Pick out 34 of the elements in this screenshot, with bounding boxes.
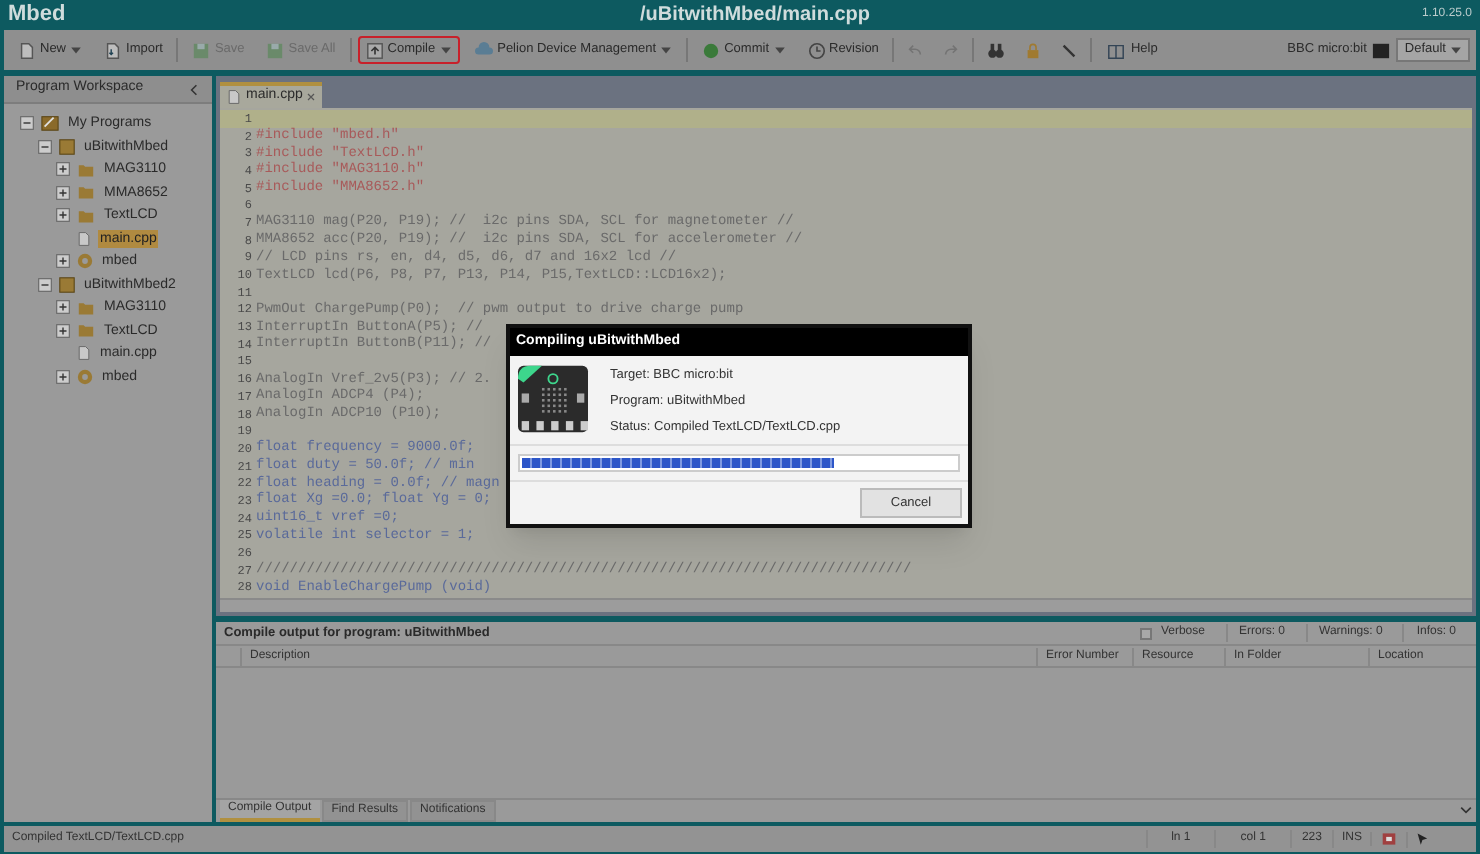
- redo-icon: [942, 41, 961, 59]
- folder-icon: [40, 114, 60, 133]
- verbose-checkbox[interactable]: [1140, 627, 1153, 639]
- cloud-icon: [473, 41, 494, 59]
- clock-icon: [807, 41, 825, 59]
- file-icon: [18, 41, 36, 59]
- horizontal-scrollbar[interactable]: [220, 598, 1472, 612]
- program-icon: [58, 137, 76, 156]
- caret-icon: [70, 44, 83, 56]
- file-icon: [76, 229, 92, 248]
- close-icon: [306, 92, 317, 102]
- save-icon: [266, 41, 285, 59]
- board-icon: [1372, 41, 1391, 59]
- binoculars-icon: [986, 41, 1007, 59]
- lock-icon: [1024, 41, 1043, 59]
- cursor-icon: [1416, 831, 1432, 847]
- microbit-board-drawing: [516, 364, 590, 434]
- caret-icon: [439, 44, 452, 56]
- book-icon: [1106, 41, 1127, 59]
- undo-icon: [906, 41, 925, 59]
- caret-icon: [1450, 44, 1462, 56]
- upload-icon: [365, 41, 384, 59]
- chevron-down-icon: [1460, 804, 1472, 816]
- program-icon: [58, 275, 76, 294]
- window-title: /uBitwithMbed/main.cpp: [637, 2, 872, 30]
- collapse-left-icon: [188, 83, 200, 95]
- file-icon: [226, 88, 242, 106]
- file-icon: [104, 41, 123, 59]
- caret-icon: [773, 44, 785, 56]
- save-icon: [192, 41, 211, 59]
- caret-icon: [660, 44, 673, 56]
- file-icon: [76, 344, 92, 363]
- flag-icon: [1380, 832, 1398, 846]
- app-title: Mbed: [8, 0, 68, 31]
